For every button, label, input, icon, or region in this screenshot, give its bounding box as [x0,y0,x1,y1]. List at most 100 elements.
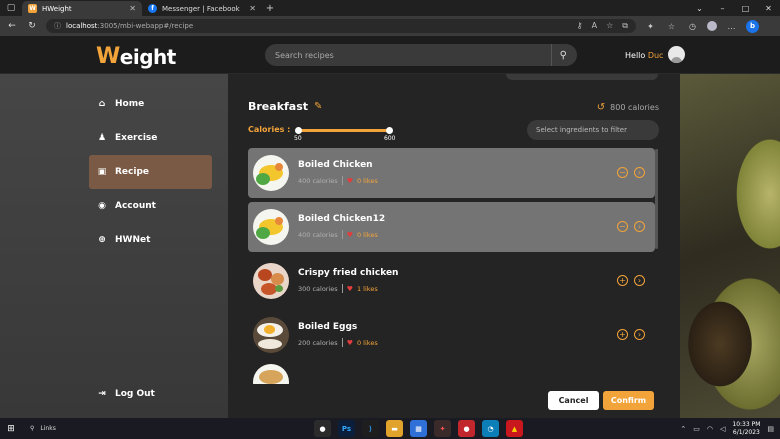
app-photoshop-icon[interactable]: Ps [338,420,355,437]
sidebar-item-recipe[interactable]: ▣ Recipe [89,155,212,189]
tab-search-icon[interactable]: ⌄ [688,0,711,16]
back-icon[interactable]: ← [6,21,18,31]
add-icon[interactable]: + [617,329,628,340]
confirm-button[interactable]: Confirm [603,391,654,410]
tray-chevron-icon[interactable]: ⌃ [680,425,686,433]
panel-top-control [506,74,658,80]
network-icon[interactable]: ▭ [693,425,700,433]
password-key-icon[interactable]: ⚷ [577,21,583,31]
slider-max-handle[interactable] [386,127,393,134]
remove-icon[interactable]: − [617,167,628,178]
minimize-icon[interactable]: – [711,0,734,16]
close-window-icon[interactable]: ✕ [757,0,780,16]
ingredient-filter-input[interactable] [536,126,659,134]
cancel-button[interactable]: Cancel [548,391,599,410]
maximize-icon[interactable]: □ [734,0,757,16]
recipe-calories: 400 calories [298,230,338,239]
reset-icon[interactable]: ↺ [597,102,605,113]
clock-date: 6/1/2023 [732,428,760,436]
taskbar-apps: ● Ps ⟩ ▬ ▦ ✦ ● ◔ ▲ [314,420,523,437]
search-icon: ⚲ [30,425,35,432]
app-edge-icon[interactable]: ◔ [482,420,499,437]
tab-hweight[interactable]: W HWeight ✕ [22,1,142,16]
close-tab-icon[interactable]: ✕ [249,4,256,13]
notifications-icon[interactable]: ▤ [767,425,774,433]
tab-actions-icon[interactable]: ▢ [0,0,22,16]
recipe-likes: 0 likes [356,338,378,347]
close-tab-icon[interactable]: ✕ [129,4,136,13]
refresh-icon[interactable]: ↻ [26,21,38,31]
recipe-list-scrollbar[interactable] [655,149,658,249]
ingredient-filter [527,120,659,140]
view-details-icon[interactable]: › [634,275,645,286]
recipe-actions: − › [617,221,645,232]
clock[interactable]: 10:33 PM 6/1/2023 [732,421,760,437]
recipe-row[interactable]: Boiled Chicken 400 calories ♥ 0 likes − … [248,148,655,198]
new-tab-icon[interactable]: + [262,1,278,16]
wifi-icon[interactable]: ◠ [707,425,713,433]
recipe-search-bar: ⚲ [265,44,577,66]
home-icon: ⌂ [98,99,106,109]
avatar[interactable] [668,46,685,63]
view-details-icon[interactable]: › [634,329,645,340]
recipe-thumbnail [253,317,289,353]
app-file-explorer-icon[interactable]: ▬ [386,420,403,437]
recipe-actions: − › [617,167,645,178]
recipe-row-partial[interactable] [248,364,655,384]
recipe-thumbnail [253,155,289,191]
heart-icon: ♥ [346,230,353,239]
url-path: :3005/mbi-webapp#/recipe [97,22,194,30]
recipe-row[interactable]: Boiled Chicken12 400 calories ♥ 0 likes … [248,202,655,252]
recipe-meta: 400 calories ♥ 0 likes [298,176,378,185]
read-aloud-icon[interactable]: A [592,21,597,31]
tab-title: HWeight [42,4,72,13]
search-input[interactable] [275,50,543,60]
remove-icon[interactable]: − [617,221,628,232]
view-details-icon[interactable]: › [634,167,645,178]
recipe-thumbnail [253,263,289,299]
edit-pencil-icon[interactable]: ✎ [314,101,322,112]
hweight-logo[interactable]: Weight [96,44,176,69]
more-menu-icon[interactable]: … [725,22,738,31]
bing-copilot-icon[interactable]: b [746,19,759,33]
profile-icon[interactable] [707,21,717,31]
logout-label: Log Out [115,389,155,399]
tab-messenger[interactable]: f Messenger | Facebook ✕ [142,1,262,16]
system-tray: ⌃ ▭ ◠ ◁ 10:33 PM 6/1/2023 ▤ [680,418,774,439]
recipe-row[interactable]: Crispy fried chicken 300 calories ♥ 1 li… [248,256,655,306]
calories-range-slider[interactable] [295,127,393,134]
hweight-favicon-icon: W [28,4,37,13]
sidebar-item-home[interactable]: ⌂ Home [89,87,212,121]
app-record-icon[interactable]: ● [458,420,475,437]
history-icon[interactable]: ◷ [686,22,699,31]
app-vscode-icon[interactable]: ⟩ [362,420,379,437]
recipe-actions: + › [617,275,645,286]
taskbar-search[interactable]: ⚲ Links [22,425,82,432]
url-field[interactable]: ⓘ localhost:3005/mbi-webapp#/recipe ⚷ A … [46,19,636,33]
recipe-likes: 0 likes [356,230,378,239]
user-greeting: Hello Duc [625,51,664,60]
total-calories: ↺ 800 calories [597,102,659,113]
favorite-star-icon[interactable]: ☆ [606,21,613,31]
app-chrome-icon[interactable]: ● [314,420,331,437]
app-game-icon[interactable]: ✦ [434,420,451,437]
favorites-icon[interactable]: ☆ [665,22,678,31]
sidebar-item-exercise[interactable]: ♟ Exercise [89,121,212,155]
app-among-us-icon[interactable]: ▲ [506,420,523,437]
sidebar-item-account[interactable]: ◉ Account [89,189,212,223]
user-name: Duc [647,51,664,60]
recipe-row[interactable]: Boiled Eggs 200 calories ♥ 0 likes + › [248,310,655,360]
add-icon[interactable]: + [617,275,628,286]
collections-icon[interactable]: ⧉ [622,21,628,31]
windows-start-icon[interactable]: ⊞ [0,424,22,434]
search-icon[interactable]: ⚲ [560,50,567,61]
slider-min-handle[interactable] [295,127,302,134]
app-header: Weight ⚲ Hello Duc [0,36,780,74]
logout-button[interactable]: ⇥ Log Out [89,377,212,411]
extension-icon[interactable]: ✦ [644,22,657,31]
sidebar-item-hwnet[interactable]: ⊕ HWNet [89,223,212,257]
volume-icon[interactable]: ◁ [720,425,725,433]
recipe-name: Boiled Chicken12 [298,214,386,224]
view-details-icon[interactable]: › [634,221,645,232]
app-store-icon[interactable]: ▦ [410,420,427,437]
